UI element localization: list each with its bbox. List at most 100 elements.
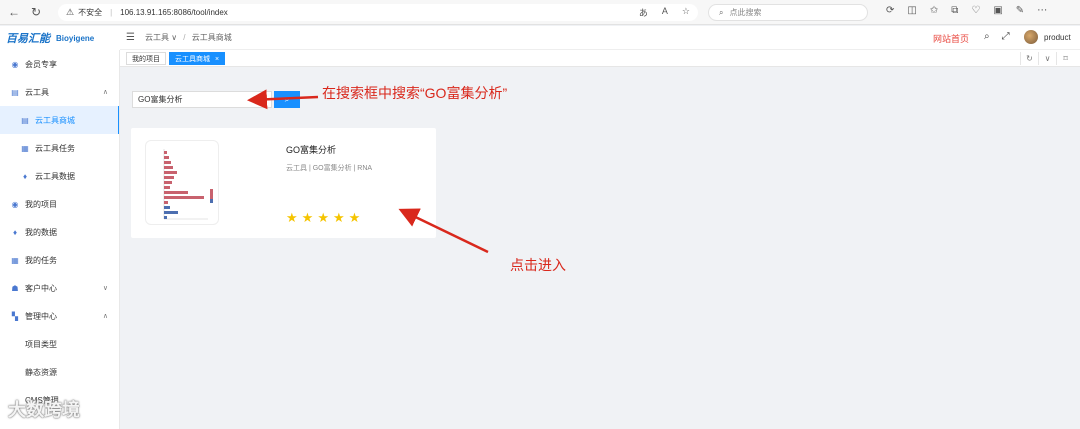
close-icon[interactable]: × [215,56,219,63]
go-enrichment-preview [163,149,213,220]
browser-search-placeholder: 点此搜索 [729,8,762,17]
star-icon: ★ [286,210,298,225]
sidebar-item-label: 项目类型 [25,339,57,349]
sidebar-item-label: 云工具数据 [35,171,75,181]
warning-icon: ⚠ [66,7,75,17]
browser-search-box[interactable]: ⌕ 点此搜索 [708,4,868,21]
list-icon: ▤ [21,115,29,125]
search-icon: ⌕ [719,7,724,17]
wallet-icon[interactable]: ▣ [993,5,1002,16]
search-button[interactable]: ⌕ [274,91,300,108]
refresh-icon[interactable]: ↻ [28,4,44,20]
brand-name: Bioyigene [56,33,95,43]
url-text: 106.13.91.165:8086/tool/index [120,8,228,17]
sidebar-item-tool-tasks[interactable]: ▦ 云工具任务 [0,134,119,162]
browser-toolbar: ← ↻ ⚠ 不安全 | 106.13.91.165:8086/tool/inde… [0,0,1080,25]
address-divider: | [110,8,113,17]
sidebar-item-member[interactable]: ◉ 会员专享 [0,50,119,78]
more-icon[interactable]: ⋯ [1037,5,1047,16]
breadcrumb-chevron-icon: ∨ [171,33,178,42]
microphone-icon: ♦ [22,171,28,181]
sidebar-item-label: 会员专享 [25,59,57,69]
back-icon[interactable]: ← [6,4,22,20]
header-icons: ⌕ ⤢ [984,31,1010,42]
expand-icon[interactable]: ⌑ [1056,52,1074,65]
menu-collapse-icon[interactable]: ☰ [126,32,135,43]
sidebar-item-project-types[interactable]: 项目类型 [0,330,119,358]
chevron-up-icon: ∧ [102,89,108,96]
browser-icons: ⟳ ◫ ✩ ⧉ ♡ ▣ ✎ ⋯ [886,5,1047,16]
sidebar-item-label: 客户中心 [25,283,57,293]
sidebar-item-my-projects[interactable]: ◉ 我的项目 [0,190,119,218]
browser-essentials-icon[interactable]: ♡ [971,5,980,16]
user-icon: ☗ [11,283,19,293]
chevron-up-icon: ∧ [102,313,108,320]
breadcrumb-root[interactable]: 云工具 [145,33,169,42]
search-icon: ⌕ [284,94,290,104]
sidebar-item-static-resources[interactable]: 静态资源 [0,358,119,386]
sidebar-item-tool-store[interactable]: ▤ 云工具商城 [0,106,119,134]
sidebar-item-cloud-tools[interactable]: ▤ 云工具 ∧ [0,78,119,106]
split-screen-icon[interactable]: ◫ [907,5,916,16]
tab-tool-store[interactable]: 云工具商城 × [169,52,226,65]
home-link[interactable]: 网站首页 [933,32,969,45]
sidebar-item-label: 云工具任务 [35,143,75,153]
brand-logo[interactable]: 百易汇能 Bioyigene [0,26,120,50]
tool-tags: 云工具 | GO富集分析 | RNA [286,165,373,172]
star-icon: ★ [301,210,314,225]
tab-my-projects[interactable]: 我的项目 [126,52,166,65]
sidebar-item-customer-center[interactable]: ☗ 客户中心 ∨ [0,274,119,302]
fullscreen-icon[interactable]: ⤢ [1002,31,1010,42]
read-aloud-icon[interactable]: A [662,6,668,19]
sidebar-item-tool-data[interactable]: ♦ 云工具数据 [0,162,119,190]
username[interactable]: product [1044,33,1071,42]
avatar[interactable] [1024,30,1038,44]
tool-thumbnail [145,140,219,225]
star-icon: ★ [317,210,329,225]
breadcrumb-current: 云工具商城 [191,33,232,42]
data-icon: ♦ [12,227,18,237]
copilot-icon[interactable]: ✎ [1016,5,1024,16]
sidebar-item-my-tasks[interactable]: ▦ 我的任务 [0,246,119,274]
document-icon: ▦ [11,255,19,265]
chevron-down-icon: ∨ [102,285,108,292]
extension-icon[interactable]: ⟳ [886,5,894,16]
sidebar-item-my-data[interactable]: ♦ 我的数据 [0,218,119,246]
breadcrumb: 云工具 ∨ / 云工具商城 [145,32,232,43]
tool-title[interactable]: GO富集分析 [286,143,336,156]
sidebar-item-admin-center[interactable]: ▚ 管理中心 ∧ [0,302,119,330]
chevron-down-icon[interactable]: ∨ [1038,52,1056,65]
list-icon: ▤ [11,87,19,97]
sidebar-item-label: 管理中心 [25,311,57,321]
click-annotation: 点击进入 [510,257,566,273]
member-icon: ◉ [11,59,19,69]
brand-mark: 百易汇能 [6,33,50,45]
watermark: 大数跨境 [8,400,80,420]
search-icon[interactable]: ⌕ [984,31,990,42]
sidebar-item-label: 我的项目 [25,199,57,209]
search-input[interactable]: GO富集分析 [132,91,272,108]
favorites-icon[interactable]: ✩ [930,5,938,16]
tab-label: 我的项目 [132,56,160,63]
app-header: ☰ 云工具 ∨ / 云工具商城 网站首页 ⌕ ⤢ product [120,26,1080,50]
grid-icon: ▚ [11,311,19,321]
star-icon: ★ [348,210,361,225]
rating-stars: ★ ★ ★ ★ ★ [286,210,360,226]
favorite-star-icon[interactable]: ☆ [682,6,690,19]
document-icon: ▦ [21,143,29,153]
star-icon: ★ [332,210,345,225]
address-bar-icons: あ A ☆ [639,6,690,19]
security-label: 不安全 [78,8,103,17]
sidebar-item-label: 我的数据 [25,227,57,237]
tab-label: 云工具商城 [175,56,210,63]
translate-icon[interactable]: あ [639,6,648,19]
address-bar[interactable]: ⚠ 不安全 | 106.13.91.165:8086/tool/index あ … [58,4,698,21]
refresh-tab-icon[interactable]: ↻ [1020,52,1038,65]
sidebar-item-label: 云工具商城 [35,115,75,125]
search-annotation: 在搜索框中搜索“GO富集分析” [322,85,508,101]
tool-card[interactable]: GO富集分析 云工具 | GO富集分析 | RNA ★ ★ ★ ★ ★ [131,128,436,238]
tab-tools: ↻ ∨ ⌑ [1020,52,1074,65]
collections-icon[interactable]: ⧉ [951,5,958,16]
project-icon: ◉ [11,199,19,209]
sidebar-item-label: 静态资源 [25,367,57,377]
